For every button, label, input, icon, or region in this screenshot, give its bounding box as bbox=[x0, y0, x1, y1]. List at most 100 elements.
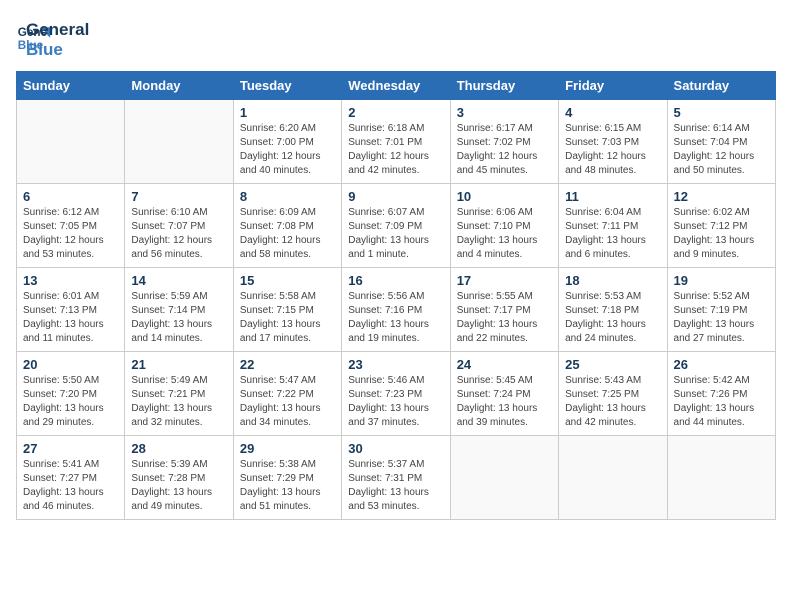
calendar-cell: 29 Sunrise: 5:38 AMSunset: 7:29 PMDayligh… bbox=[233, 436, 341, 520]
weekday-header-friday: Friday bbox=[559, 72, 667, 100]
day-info: Sunrise: 6:10 AMSunset: 7:07 PMDaylight:… bbox=[131, 206, 226, 262]
calendar-cell: 27Sunrise: 5:41 AMSunset: 7:27 PMDayligh… bbox=[17, 436, 125, 520]
sunset-info: Sunset: 7:14 PM bbox=[131, 305, 205, 316]
sunrise-info: Sunrise: 5:45 AM bbox=[457, 375, 533, 386]
weekday-header-sunday: Sunday bbox=[17, 72, 125, 100]
sunset-info: Sunset: 7:25 PM bbox=[565, 389, 639, 400]
sunrise-info: Sunrise: 5:47 AM bbox=[240, 375, 316, 386]
calendar-cell: 20Sunrise: 5:50 AMSunset: 7:20 PMDayligh… bbox=[17, 352, 125, 436]
day-info: Sunrise: 5:38 AMSunset: 7:29 PMDaylight:… bbox=[240, 458, 335, 514]
calendar-cell: 18Sunrise: 5:53 AMSunset: 7:18 PMDayligh… bbox=[559, 268, 667, 352]
day-number: 26 bbox=[674, 357, 769, 372]
day-number: 16 bbox=[348, 273, 443, 288]
sunrise-info: Sunrise: 6:07 AM bbox=[348, 207, 424, 218]
daylight-info: Daylight: 13 hours and 29 minutes. bbox=[23, 403, 104, 428]
calendar-cell bbox=[559, 436, 667, 520]
calendar-cell: 25Sunrise: 5:43 AMSunset: 7:25 PMDayligh… bbox=[559, 352, 667, 436]
calendar-cell: 9Sunrise: 6:07 AMSunset: 7:09 PMDaylight… bbox=[342, 184, 450, 268]
calendar-cell: 23Sunrise: 5:46 AMSunset: 7:23 PMDayligh… bbox=[342, 352, 450, 436]
day-info: Sunrise: 5:53 AMSunset: 7:18 PMDaylight:… bbox=[565, 290, 660, 346]
daylight-info: Daylight: 12 hours and 42 minutes. bbox=[348, 151, 429, 176]
calendar-cell bbox=[667, 436, 775, 520]
weekday-header-monday: Monday bbox=[125, 72, 233, 100]
calendar-week-1: 1Sunrise: 6:20 AMSunset: 7:00 PMDaylight… bbox=[17, 100, 776, 184]
sunset-info: Sunset: 7:04 PM bbox=[674, 137, 748, 148]
daylight-info: Daylight: 13 hours and 27 minutes. bbox=[674, 319, 755, 344]
day-info: Sunrise: 6:17 AMSunset: 7:02 PMDaylight:… bbox=[457, 122, 552, 178]
day-number: 7 bbox=[131, 189, 226, 204]
sunset-info: Sunset: 7:21 PM bbox=[131, 389, 205, 400]
day-info: Sunrise: 6:14 AMSunset: 7:04 PMDaylight:… bbox=[674, 122, 769, 178]
day-number: 5 bbox=[674, 105, 769, 120]
daylight-info: Daylight: 13 hours and 44 minutes. bbox=[674, 403, 755, 428]
day-number: 6 bbox=[23, 189, 118, 204]
sunrise-info: Sunrise: 6:17 AM bbox=[457, 123, 533, 134]
calendar-cell: 19Sunrise: 5:52 AMSunset: 7:19 PMDayligh… bbox=[667, 268, 775, 352]
calendar-cell: 7 Sunrise: 6:10 AMSunset: 7:07 PMDaylight… bbox=[125, 184, 233, 268]
sunrise-info: Sunrise: 5:38 AM bbox=[240, 459, 316, 470]
sunrise-info: Sunrise: 5:59 AM bbox=[131, 291, 207, 302]
sunset-info: Sunset: 7:20 PM bbox=[23, 389, 97, 400]
daylight-info: Daylight: 13 hours and 11 minutes. bbox=[23, 319, 104, 344]
sunrise-info: Sunrise: 5:53 AM bbox=[565, 291, 641, 302]
sunrise-info: Sunrise: 5:49 AM bbox=[131, 375, 207, 386]
sunrise-info: Sunrise: 5:58 AM bbox=[240, 291, 316, 302]
daylight-info: Daylight: 12 hours and 53 minutes. bbox=[23, 235, 104, 260]
sunrise-info: Sunrise: 6:20 AM bbox=[240, 123, 316, 134]
daylight-info: Daylight: 13 hours and 4 minutes. bbox=[457, 235, 538, 260]
calendar-cell: 14Sunrise: 5:59 AMSunset: 7:14 PMDayligh… bbox=[125, 268, 233, 352]
day-info: Sunrise: 6:07 AMSunset: 7:09 PMDaylight:… bbox=[348, 206, 443, 262]
sunrise-info: Sunrise: 6:02 AM bbox=[674, 207, 750, 218]
sunrise-info: Sunrise: 6:12 AM bbox=[23, 207, 99, 218]
page-header: General Blue General Blue bbox=[16, 16, 776, 59]
daylight-info: Daylight: 13 hours and 24 minutes. bbox=[565, 319, 646, 344]
daylight-info: Daylight: 13 hours and 46 minutes. bbox=[23, 487, 104, 512]
calendar-cell: 8Sunrise: 6:09 AMSunset: 7:08 PMDaylight… bbox=[233, 184, 341, 268]
calendar-cell: 3Sunrise: 6:17 AMSunset: 7:02 PMDaylight… bbox=[450, 100, 558, 184]
day-info: Sunrise: 6:01 AMSunset: 7:13 PMDaylight:… bbox=[23, 290, 118, 346]
calendar-week-4: 20Sunrise: 5:50 AMSunset: 7:20 PMDayligh… bbox=[17, 352, 776, 436]
calendar-cell: 22Sunrise: 5:47 AMSunset: 7:22 PMDayligh… bbox=[233, 352, 341, 436]
daylight-info: Daylight: 13 hours and 9 minutes. bbox=[674, 235, 755, 260]
day-number: 24 bbox=[457, 357, 552, 372]
sunrise-info: Sunrise: 5:39 AM bbox=[131, 459, 207, 470]
day-number: 13 bbox=[23, 273, 118, 288]
sunrise-info: Sunrise: 6:10 AM bbox=[131, 207, 207, 218]
sunrise-info: Sunrise: 5:56 AM bbox=[348, 291, 424, 302]
sunset-info: Sunset: 7:01 PM bbox=[348, 137, 422, 148]
daylight-info: Daylight: 13 hours and 19 minutes. bbox=[348, 319, 429, 344]
calendar-cell: 5 Sunrise: 6:14 AMSunset: 7:04 PMDaylight… bbox=[667, 100, 775, 184]
calendar-cell: 12Sunrise: 6:02 AMSunset: 7:12 PMDayligh… bbox=[667, 184, 775, 268]
sunset-info: Sunset: 7:28 PM bbox=[131, 473, 205, 484]
calendar-week-5: 27Sunrise: 5:41 AMSunset: 7:27 PMDayligh… bbox=[17, 436, 776, 520]
sunset-info: Sunset: 7:26 PM bbox=[674, 389, 748, 400]
daylight-info: Daylight: 13 hours and 34 minutes. bbox=[240, 403, 321, 428]
sunrise-info: Sunrise: 6:09 AM bbox=[240, 207, 316, 218]
weekday-header-saturday: Saturday bbox=[667, 72, 775, 100]
calendar-cell bbox=[125, 100, 233, 184]
day-info: Sunrise: 5:55 AMSunset: 7:17 PMDaylight:… bbox=[457, 290, 552, 346]
calendar-cell: 26Sunrise: 5:42 AMSunset: 7:26 PMDayligh… bbox=[667, 352, 775, 436]
daylight-info: Daylight: 13 hours and 1 minute. bbox=[348, 235, 429, 260]
sunset-info: Sunset: 7:22 PM bbox=[240, 389, 314, 400]
sunset-info: Sunset: 7:02 PM bbox=[457, 137, 531, 148]
calendar-cell: 1Sunrise: 6:20 AMSunset: 7:00 PMDaylight… bbox=[233, 100, 341, 184]
logo-blue: Blue bbox=[26, 40, 89, 60]
sunrise-info: Sunrise: 6:04 AM bbox=[565, 207, 641, 218]
day-number: 29 bbox=[240, 441, 335, 456]
sunset-info: Sunset: 7:12 PM bbox=[674, 221, 748, 232]
day-number: 23 bbox=[348, 357, 443, 372]
sunset-info: Sunset: 7:19 PM bbox=[674, 305, 748, 316]
calendar-cell: 30Sunrise: 5:37 AMSunset: 7:31 PMDayligh… bbox=[342, 436, 450, 520]
day-number: 27 bbox=[23, 441, 118, 456]
day-number: 1 bbox=[240, 105, 335, 120]
daylight-info: Daylight: 13 hours and 42 minutes. bbox=[565, 403, 646, 428]
weekday-header-tuesday: Tuesday bbox=[233, 72, 341, 100]
calendar-cell: 10Sunrise: 6:06 AMSunset: 7:10 PMDayligh… bbox=[450, 184, 558, 268]
sunset-info: Sunset: 7:08 PM bbox=[240, 221, 314, 232]
calendar-cell: 28Sunrise: 5:39 AMSunset: 7:28 PMDayligh… bbox=[125, 436, 233, 520]
day-info: Sunrise: 5:59 AMSunset: 7:14 PMDaylight:… bbox=[131, 290, 226, 346]
day-info: Sunrise: 6:09 AMSunset: 7:08 PMDaylight:… bbox=[240, 206, 335, 262]
daylight-info: Daylight: 13 hours and 32 minutes. bbox=[131, 403, 212, 428]
sunset-info: Sunset: 7:15 PM bbox=[240, 305, 314, 316]
